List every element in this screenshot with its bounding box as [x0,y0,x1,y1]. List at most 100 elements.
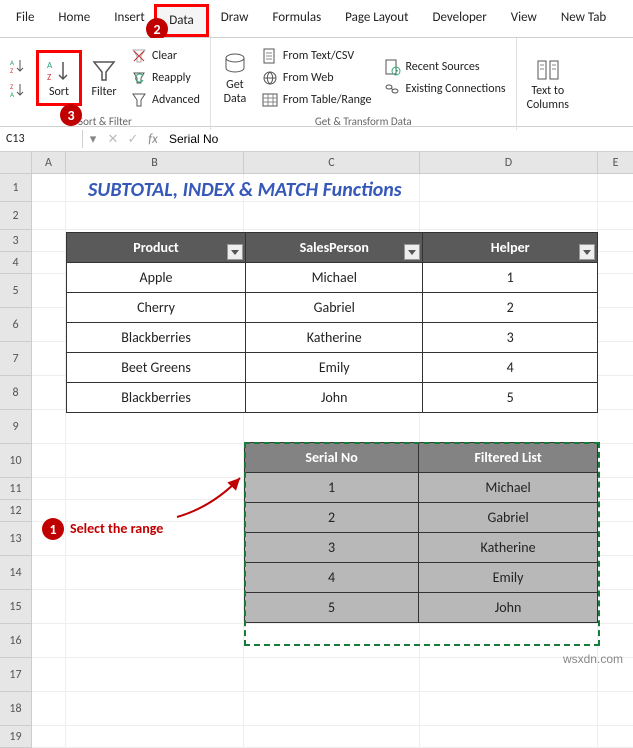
filter-dropdown-salesperson[interactable] [404,244,420,260]
cell[interactable] [32,556,66,590]
tab-page-layout[interactable]: Page Layout [333,4,420,37]
cell[interactable] [244,410,420,444]
row-2[interactable]: 2 [0,202,32,230]
recent-button[interactable]: Recent Sources [379,56,509,78]
cell[interactable] [66,624,244,658]
row-15[interactable]: 15 [0,590,32,624]
cell[interactable] [598,556,633,590]
tab-home[interactable]: Home [46,4,102,37]
cell[interactable] [598,230,633,252]
table-row[interactable]: Beet GreensEmily4 [67,353,598,383]
cell[interactable] [244,658,420,692]
cell[interactable] [598,500,633,522]
cell[interactable] [598,590,633,624]
select-all-corner[interactable] [0,152,32,174]
cell[interactable] [598,522,633,556]
cell[interactable] [244,624,420,658]
tab-new-tab[interactable]: New Tab [549,4,618,37]
table-row[interactable]: 3Katherine [245,533,598,563]
cell[interactable] [66,202,244,230]
cell[interactable] [244,692,420,726]
cell[interactable] [32,726,66,748]
row-16[interactable]: 16 [0,624,32,658]
cell[interactable] [66,658,244,692]
cell[interactable] [32,590,66,624]
row-7[interactable]: 7 [0,342,32,376]
formula-input[interactable] [163,130,633,148]
cell[interactable] [32,478,66,500]
cell[interactable] [32,410,66,444]
from-text-button[interactable]: From Text/CSV [257,45,376,67]
cell[interactable] [598,252,633,274]
row-10[interactable]: 10 [0,444,32,478]
cell[interactable] [598,692,633,726]
cell[interactable] [598,410,633,444]
cell[interactable] [598,444,633,478]
cell[interactable] [66,556,244,590]
row-17[interactable]: 17 [0,658,32,692]
sort-button[interactable]: AZ Sort [36,50,82,106]
cell[interactable] [598,376,633,410]
cell[interactable] [32,624,66,658]
cell[interactable] [32,444,66,478]
row-12[interactable]: 12 [0,500,32,522]
row-18[interactable]: 18 [0,692,32,726]
col-D[interactable]: D [420,152,598,174]
row-8[interactable]: 8 [0,376,32,410]
cell[interactable] [32,692,66,726]
row-1[interactable]: 1 [0,174,32,202]
row-6[interactable]: 6 [0,308,32,342]
cancel-formula-icon[interactable]: ✕ [103,132,123,147]
tab-file[interactable]: File [4,4,46,37]
col-B[interactable]: B [66,152,244,174]
cell[interactable] [598,174,633,202]
advanced-button[interactable]: Advanced [126,89,204,111]
row-4[interactable]: 4 [0,252,32,274]
cell[interactable] [32,274,66,308]
cell[interactable] [598,726,633,748]
cell[interactable] [244,726,420,748]
col-C[interactable]: C [244,152,420,174]
row-5[interactable]: 5 [0,274,32,308]
cell[interactable] [420,692,598,726]
cell[interactable] [66,410,244,444]
tab-formulas[interactable]: Formulas [260,4,333,37]
table-row[interactable]: 2Gabriel [245,503,598,533]
row-11[interactable]: 11 [0,478,32,500]
cell[interactable] [244,202,420,230]
cell[interactable] [420,174,598,202]
cell[interactable] [32,658,66,692]
col-A[interactable]: A [32,152,66,174]
tab-view[interactable]: View [499,4,549,37]
filter-dropdown-helper[interactable] [579,244,595,260]
sort-za-button[interactable]: ZA [6,79,32,101]
from-web-button[interactable]: From Web [257,67,376,89]
cell[interactable] [66,726,244,748]
col-E[interactable]: E [598,152,633,174]
get-data-button[interactable]: Get Data [217,48,253,108]
cell[interactable] [420,202,598,230]
cell[interactable] [66,590,244,624]
cell[interactable] [598,342,633,376]
name-box-dropdown[interactable]: ▾ [83,132,103,147]
cell[interactable] [598,202,633,230]
table-row[interactable]: BlackberriesKatherine3 [67,323,598,353]
row-3[interactable]: 3 [0,230,32,252]
text-to-columns-button[interactable]: Text to Columns [523,54,573,114]
cell[interactable] [598,478,633,500]
cell[interactable] [598,274,633,308]
cell[interactable] [420,726,598,748]
cell[interactable] [420,410,598,444]
table-row[interactable]: 4Emily [245,563,598,593]
clear-button[interactable]: Clear [126,45,204,67]
enter-formula-icon[interactable]: ✓ [123,132,143,147]
cell[interactable] [32,252,66,274]
table-row[interactable]: AppleMichael1 [67,263,598,293]
row-19[interactable]: 19 [0,726,32,748]
sort-az-button[interactable]: AZ [6,55,32,77]
cell[interactable] [32,230,66,252]
row-9[interactable]: 9 [0,410,32,444]
cell[interactable] [32,342,66,376]
tab-draw[interactable]: Draw [209,4,261,37]
table-row[interactable]: 5John [245,593,598,623]
